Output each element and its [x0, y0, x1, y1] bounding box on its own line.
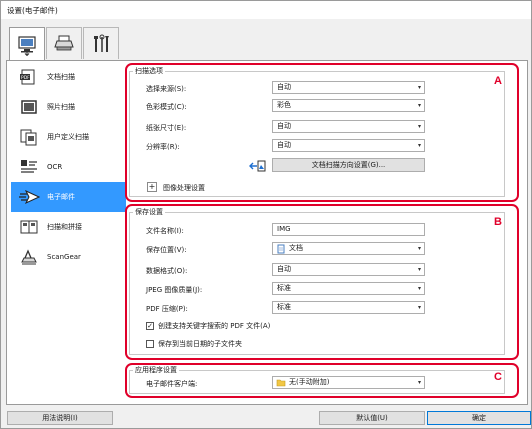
- scangear-icon: [17, 247, 41, 267]
- date-subfolder-checkbox[interactable]: [146, 340, 154, 348]
- default-button[interactable]: 默认值(U): [319, 411, 425, 425]
- sidebar-item-label: 文档扫描: [47, 73, 75, 81]
- source-value: 自动: [277, 83, 291, 91]
- sidebar-item-ocr[interactable]: OCR: [11, 152, 126, 182]
- chevron-down-icon: ▾: [417, 84, 421, 91]
- ocr-icon: [17, 157, 41, 177]
- app-settings-title: 应用程序设置: [133, 365, 179, 375]
- email-client-label: 电子邮件客户端:: [146, 380, 198, 388]
- jpeg-quality-select[interactable]: 标准 ▾: [272, 282, 425, 295]
- sidebar-item-document-scan[interactable]: PDF 文档扫描: [11, 62, 126, 92]
- help-button[interactable]: 用法说明(I): [7, 411, 113, 425]
- section-a-badge: A: [494, 75, 502, 87]
- date-subfolder-label: 保存到当前日期的子文件夹: [158, 340, 242, 348]
- email-client-value: 无(手动附加): [289, 378, 330, 386]
- custom-scan-icon: [17, 127, 41, 147]
- pdf-compression-label: PDF 压缩(P):: [146, 305, 188, 313]
- svg-text:PDF: PDF: [21, 75, 30, 81]
- photo-scan-icon: [17, 97, 41, 117]
- chevron-down-icon: ▾: [417, 379, 421, 386]
- color-mode-value: 彩色: [277, 101, 291, 109]
- email-client-select[interactable]: 无(手动附加) ▾: [272, 376, 425, 389]
- keyword-pdf-label: 创建支持关键字搜索的 PDF 文件(A): [158, 322, 271, 330]
- chevron-down-icon: ▾: [417, 123, 421, 130]
- sidebar-item-email[interactable]: 电子邮件: [11, 182, 126, 212]
- sidebar-item-label: 扫描和拼接: [47, 223, 82, 231]
- email-icon: [17, 187, 41, 207]
- data-format-label: 数据格式(O):: [146, 267, 188, 275]
- jpeg-quality-value: 标准: [277, 284, 291, 292]
- sidebar-item-scan-stitch[interactable]: 扫描和拼接: [11, 212, 126, 242]
- sidebar-item-label: 电子邮件: [47, 193, 75, 201]
- sidebar: PDF 文档扫描 照片扫描 用户定义扫描 OCR 电子邮件 扫描和拼接 Scan…: [11, 62, 126, 265]
- scan-from-computer-icon: [18, 36, 36, 56]
- tab-scan-from-computer[interactable]: [9, 27, 45, 62]
- expand-image-processing-button[interactable]: +: [147, 182, 157, 192]
- section-c-badge: C: [494, 371, 502, 383]
- chevron-down-icon: ▾: [417, 245, 421, 252]
- ok-button[interactable]: 确定: [427, 411, 531, 425]
- save-location-value: 文档: [289, 244, 303, 252]
- jpeg-quality-label: JPEG 图像质量(J):: [146, 286, 203, 294]
- sidebar-item-label: ScanGear: [47, 253, 81, 261]
- scan-options-title: 扫描选项: [133, 66, 165, 76]
- resolution-select[interactable]: 自动 ▾: [272, 139, 425, 152]
- scan-stitch-icon: [17, 217, 41, 237]
- sidebar-item-label: 照片扫描: [47, 103, 75, 111]
- tab-scan-from-panel[interactable]: [46, 27, 82, 59]
- sidebar-item-label: 用户定义扫描: [47, 133, 89, 141]
- tools-icon: [94, 34, 109, 52]
- keyword-pdf-checkbox[interactable]: ✓: [146, 322, 154, 330]
- save-location-label: 保存位置(V):: [146, 246, 187, 254]
- data-format-select[interactable]: 自动 ▾: [272, 263, 425, 276]
- resolution-label: 分辨率(R):: [146, 143, 180, 151]
- paper-size-label: 纸张尺寸(E):: [146, 124, 187, 132]
- save-location-select[interactable]: 文档 ▾: [272, 242, 425, 255]
- settings-window: 设置(电子邮件) PDF 文档扫描 照片扫描 用户定义扫描 OCR 电子邮件 扫…: [0, 0, 532, 429]
- resolution-value: 自动: [277, 141, 291, 149]
- tab-general-settings[interactable]: [83, 27, 119, 59]
- pdf-compression-select[interactable]: 标准 ▾: [272, 301, 425, 314]
- sidebar-item-photo-scan[interactable]: 照片扫描: [11, 92, 126, 122]
- section-b-badge: B: [494, 216, 502, 228]
- scan-from-operation-panel-icon: [54, 35, 74, 50]
- sidebar-item-label: OCR: [47, 163, 63, 171]
- title-bar: 设置(电子邮件): [1, 1, 531, 19]
- data-format-value: 自动: [277, 265, 291, 273]
- sidebar-item-custom-scan[interactable]: 用户定义扫描: [11, 122, 126, 152]
- document-scan-icon: PDF: [17, 67, 41, 87]
- pdf-compression-value: 标准: [277, 303, 291, 311]
- document-folder-icon: [276, 244, 286, 258]
- filename-label: 文件名称(I):: [146, 227, 184, 235]
- paper-size-select[interactable]: 自动 ▾: [272, 120, 425, 133]
- image-processing-label: 图像处理设置: [163, 184, 205, 192]
- filename-input[interactable]: IMG: [272, 223, 425, 236]
- chevron-down-icon: ▾: [417, 102, 421, 109]
- chevron-down-icon: ▾: [417, 285, 421, 292]
- window-title: 设置(电子邮件): [7, 6, 58, 15]
- folder-icon: [276, 378, 286, 392]
- save-settings-title: 保存设置: [133, 207, 165, 217]
- color-mode-label: 色彩模式(C):: [146, 103, 187, 111]
- chevron-down-icon: ▾: [417, 266, 421, 273]
- orientation-settings-button[interactable]: 文档扫描方向设置(G)...: [272, 158, 425, 172]
- color-mode-select[interactable]: 彩色 ▾: [272, 99, 425, 112]
- source-label: 选择来源(S):: [146, 85, 187, 93]
- sidebar-item-scangear[interactable]: ScanGear: [11, 242, 126, 272]
- source-select[interactable]: 自动 ▾: [272, 81, 425, 94]
- paper-size-value: 自动: [277, 122, 291, 130]
- orientation-icon: [248, 159, 266, 175]
- chevron-down-icon: ▾: [417, 304, 421, 311]
- chevron-down-icon: ▾: [417, 142, 421, 149]
